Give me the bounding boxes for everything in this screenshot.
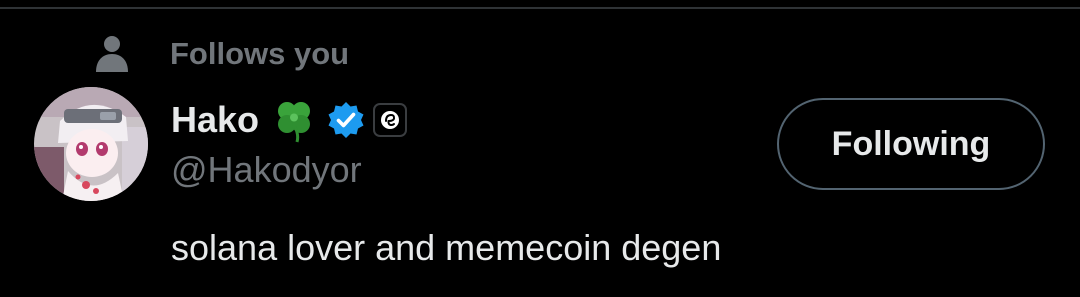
affiliate-logo-icon <box>381 111 400 129</box>
follows-you-indicator: Follows you <box>94 34 349 74</box>
avatar[interactable] <box>34 87 148 201</box>
user-handle[interactable]: @Hakodyor <box>171 148 362 192</box>
four-leaf-clover-icon <box>278 102 311 143</box>
follows-you-label: Follows you <box>170 36 350 71</box>
person-icon <box>96 36 128 72</box>
display-name[interactable]: Hako <box>171 98 259 142</box>
following-button[interactable]: Following <box>777 98 1045 190</box>
top-divider <box>0 7 1080 9</box>
name-row: Hako <box>171 95 408 145</box>
affiliate-badge-icon[interactable] <box>373 103 408 137</box>
verified-badge-icon[interactable] <box>327 101 365 139</box>
avatar-image <box>34 87 148 201</box>
user-bio: solana lover and memecoin degen <box>171 227 722 268</box>
